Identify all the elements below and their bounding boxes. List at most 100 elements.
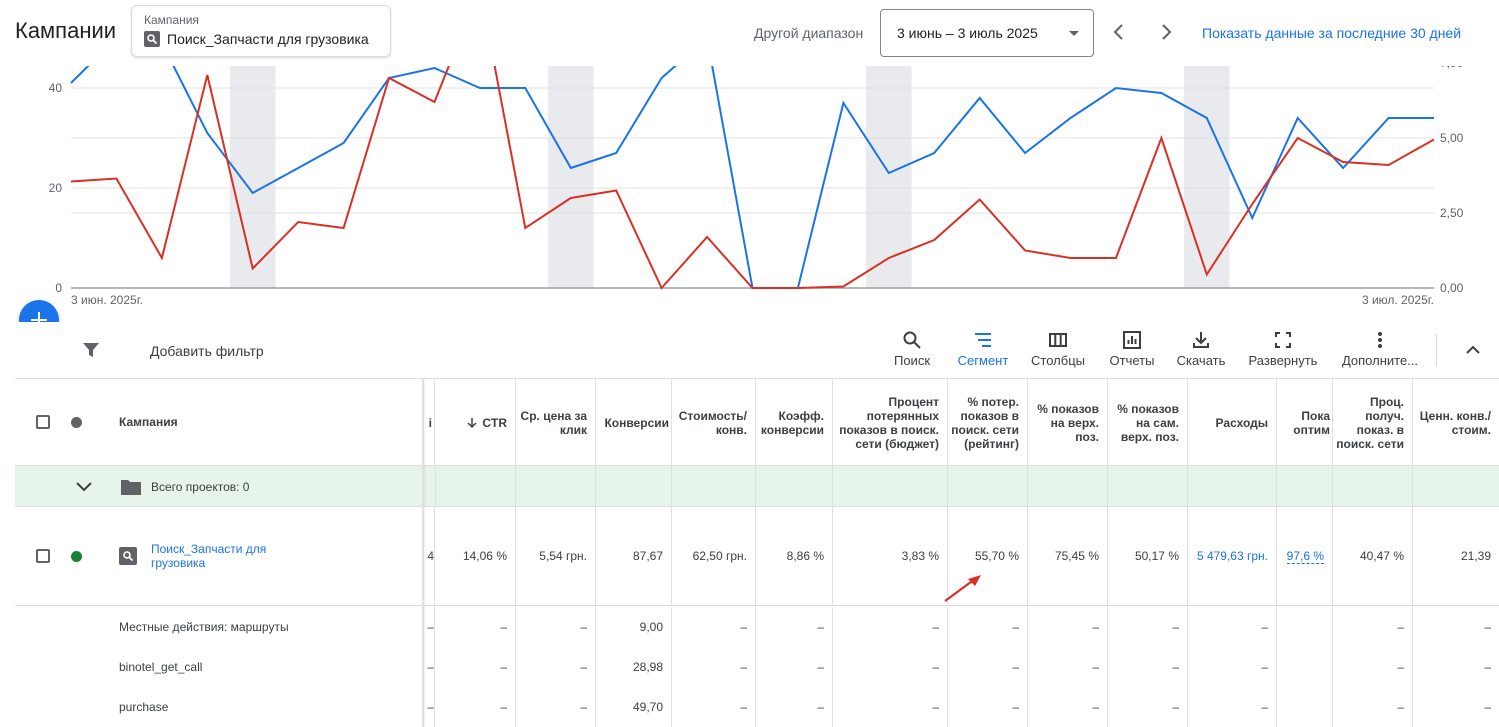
total-cell	[1028, 466, 1108, 506]
add-filter-button[interactable]: Добавить фильтр	[150, 343, 264, 359]
filter-icon[interactable]	[81, 341, 101, 364]
total-cell	[1277, 466, 1333, 506]
weekend-band	[866, 66, 912, 288]
performance-chart: 0 20 40 0,00 2,50 5,00 7,50 3 июн. 2025г. 3 июл.…	[0, 56, 1499, 322]
x-axis-end-label: 3 июл. 2025г.	[1362, 293, 1434, 307]
collapse-chart-button[interactable]	[1464, 342, 1482, 361]
status-header-icon	[71, 417, 82, 428]
select-all-checkbox[interactable]	[36, 415, 50, 429]
header-top-pos[interactable]: % показов на верх. поз.	[1028, 379, 1108, 466]
date-range-select[interactable]: 3 июнь – 3 июль 2025	[880, 9, 1094, 57]
header-ctr[interactable]: CTR	[435, 379, 516, 466]
columns-tool-button[interactable]: Столбцы	[1028, 330, 1088, 368]
more-tool-button[interactable]: Дополните...	[1341, 330, 1419, 368]
columns-tool-label: Столбцы	[1031, 353, 1085, 368]
chevron-left-icon	[1113, 24, 1123, 40]
cell-dash: –	[1028, 647, 1108, 687]
header-partial-column[interactable]: і	[415, 379, 435, 466]
search-campaign-icon	[144, 31, 160, 47]
header-cost[interactable]: Расходы	[1188, 379, 1277, 466]
chevron-up-icon	[1466, 345, 1480, 354]
cell-dash: –	[516, 647, 596, 687]
cell-partial: 4	[415, 507, 435, 605]
header-opt-score[interactable]: Пока оптим	[1277, 379, 1333, 466]
cell-dash: –	[1028, 607, 1108, 647]
header-lost-rank[interactable]: % потер. показов в поиск. сети (рейтинг)	[948, 379, 1028, 466]
cell-opt-score[interactable]: 97,6 %	[1277, 507, 1333, 605]
expand-tool-button[interactable]: Развернуть	[1247, 330, 1319, 368]
download-icon	[1193, 332, 1209, 348]
cell-dash: –	[672, 607, 756, 647]
performance-chart-svg: 0 20 40 0,00 2,50 5,00 7,50 3 июн. 2025г. 3 июл.…	[49, 56, 1464, 307]
left-axis-tick: 40	[49, 81, 63, 95]
reports-tool-button[interactable]: Отчеты	[1105, 330, 1159, 368]
campaign-name-link[interactable]: Поиск_Запчасти для грузовика	[151, 542, 291, 570]
cell-conversions: 28,98	[596, 647, 672, 687]
cell-dash: –	[1188, 687, 1277, 727]
search-tool-button[interactable]: Поиск	[890, 330, 934, 368]
cell-dash: –	[1188, 647, 1277, 687]
cell-lost-budget: 3,83 %	[833, 507, 948, 605]
cell-value-cost: 21,39	[1460, 549, 1491, 563]
previous-period-button[interactable]	[1107, 20, 1131, 44]
download-tool-label: Скачать	[1176, 353, 1226, 368]
right-axis-tick: 5,00	[1440, 131, 1464, 145]
cell-dash: –	[1188, 607, 1277, 647]
expand-tool-label: Развернуть	[1248, 353, 1318, 368]
download-tool-button[interactable]: Скачать	[1173, 330, 1229, 368]
header-conv-rate[interactable]: Коэфф. конверсии	[756, 379, 833, 466]
cell-dash: –	[672, 687, 756, 727]
total-cell	[672, 466, 756, 506]
cell-dash: –	[756, 647, 833, 687]
total-cell	[435, 466, 516, 506]
opt-score-value: 97,6 %	[1286, 548, 1324, 564]
cell-cost[interactable]: 5 479,63 грн.	[1188, 507, 1277, 605]
campaign-row[interactable]: Поиск_Запчасти для грузовика 4 14,06 % 5…	[15, 507, 1499, 606]
campaign-row-checkbox[interactable]	[36, 549, 50, 563]
weekend-band	[230, 66, 276, 288]
cell-ctr: 14,06 %	[435, 507, 516, 605]
segment-tool-button[interactable]: Сегмент	[953, 330, 1013, 368]
header-campaign[interactable]: Кампания	[119, 415, 178, 429]
header-impr-share[interactable]: Проц. получ. показ. в поиск. сети	[1333, 379, 1413, 466]
cell-conversions: 9,00	[596, 607, 672, 647]
chevron-right-icon	[1162, 24, 1172, 40]
header-avg-cpc[interactable]: Ср. цена за клик	[516, 379, 596, 466]
search-campaign-type-icon	[119, 547, 137, 565]
date-range-label: Другой диапазон	[754, 25, 864, 41]
chevron-down-icon	[76, 482, 92, 492]
cell-conv-rate: 8,86 %	[756, 507, 833, 605]
header-value-cost[interactable]: Ценн. конв./ стоим.	[1413, 379, 1499, 466]
conversion-action-name: binotel_get_call	[119, 660, 203, 674]
header-cost-conv[interactable]: Стоимость/ конв.	[672, 379, 756, 466]
last-30-days-link[interactable]: Показать данные за последние 30 дней	[1202, 25, 1461, 41]
header-abs-top-pos[interactable]: % показов на сам. верх. поз.	[1108, 379, 1188, 466]
next-period-button[interactable]	[1154, 20, 1178, 44]
campaign-selector[interactable]: Кампания Поиск_Запчасти для грузовика	[131, 5, 391, 57]
x-axis-start-label: 3 июн. 2025г.	[71, 293, 143, 307]
header-conversions[interactable]: Конверсии	[596, 379, 672, 466]
cell-dash: –	[435, 647, 516, 687]
annotation-arrow-icon	[944, 575, 981, 602]
conversion-action-row: Местные действия: маршруты – – –9,00– – – – – – –…	[15, 607, 1499, 647]
total-cell	[1333, 466, 1413, 506]
cell-dash: –	[833, 607, 948, 647]
total-projects-row[interactable]: Всего проектов: 0	[15, 466, 1499, 507]
table-toolbar: Добавить фильтр Поиск Сегмент Столбцы От…	[15, 322, 1499, 378]
cell-dash: –	[948, 607, 1028, 647]
cell-dash: –	[948, 647, 1028, 687]
page-title: Кампании	[15, 18, 117, 43]
left-axis-tick: 20	[49, 181, 63, 195]
header-lost-budget[interactable]: Процент потерянных показов в поиск. сети…	[833, 379, 948, 466]
weekend-band	[1184, 66, 1230, 288]
reports-icon	[1123, 331, 1141, 349]
conversion-action-row: binotel_get_call – – –28,98– – – – – – – – –	[15, 647, 1499, 687]
right-axis-tick: 2,50	[1440, 206, 1464, 220]
cell-dash: –	[1484, 700, 1491, 714]
cell-dash: –	[415, 607, 435, 647]
cell-dash: –	[1108, 607, 1188, 647]
cell-dash: –	[516, 607, 596, 647]
cell-dash: –	[948, 687, 1028, 727]
cell-abs-top-pos: 50,17 %	[1108, 507, 1188, 605]
total-cell	[948, 466, 1028, 506]
